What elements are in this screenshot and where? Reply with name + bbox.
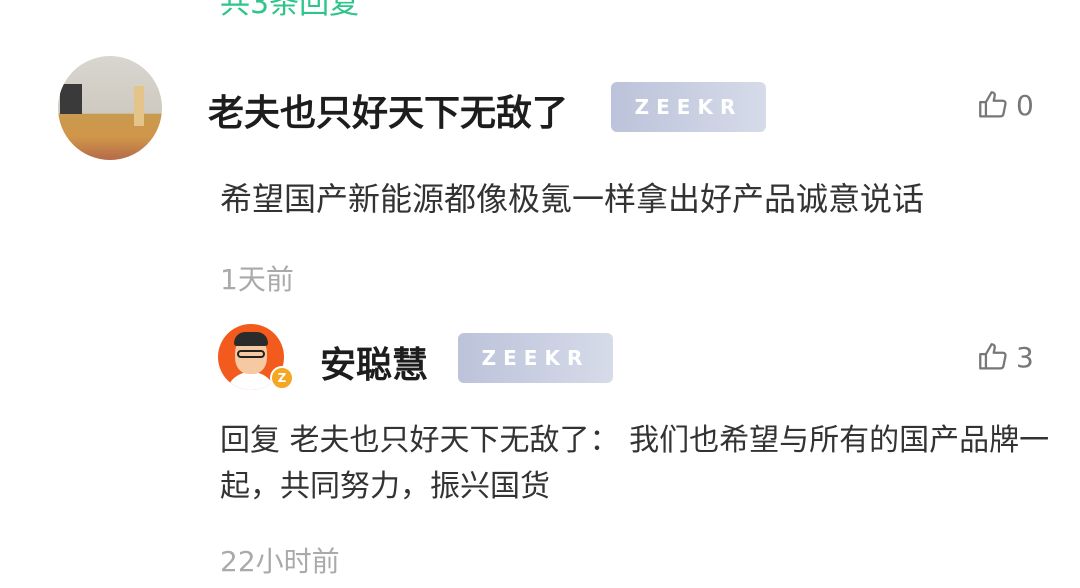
- replier-username[interactable]: 安聪慧: [320, 336, 428, 388]
- verified-badge-icon: Z: [270, 366, 294, 390]
- avatar-photo-detail: [60, 84, 82, 114]
- like-button[interactable]: 0: [976, 88, 1034, 122]
- view-replies-link[interactable]: 共3条回复: [220, 0, 359, 22]
- reply-time: 22小时前: [220, 545, 340, 578]
- comment-time: 1天前: [220, 263, 294, 296]
- commenter-avatar[interactable]: [58, 56, 162, 160]
- avatar-illustration: [234, 332, 268, 346]
- comment-text: 希望国产新能源都像极氪一样拿出好产品诚意说话: [220, 180, 925, 218]
- like-button[interactable]: 3: [976, 340, 1034, 374]
- avatar-photo-detail: [134, 86, 144, 126]
- brand-tag: ZEEKR: [611, 82, 766, 132]
- brand-tag: ZEEKR: [458, 333, 613, 383]
- avatar-illustration: [237, 350, 265, 358]
- like-count: 3: [1016, 340, 1034, 374]
- like-count: 0: [1016, 88, 1034, 122]
- avatar-illustration: [226, 372, 276, 390]
- reply-text: 回复 老夫也只好天下无敌了： 我们也希望与所有的国产品牌一起，共同努力，振兴国货: [220, 423, 1050, 504]
- commenter-username[interactable]: 老夫也只好天下无敌了: [208, 84, 568, 136]
- thumbs-up-icon: [979, 343, 1007, 370]
- thumbs-up-icon: [979, 91, 1007, 118]
